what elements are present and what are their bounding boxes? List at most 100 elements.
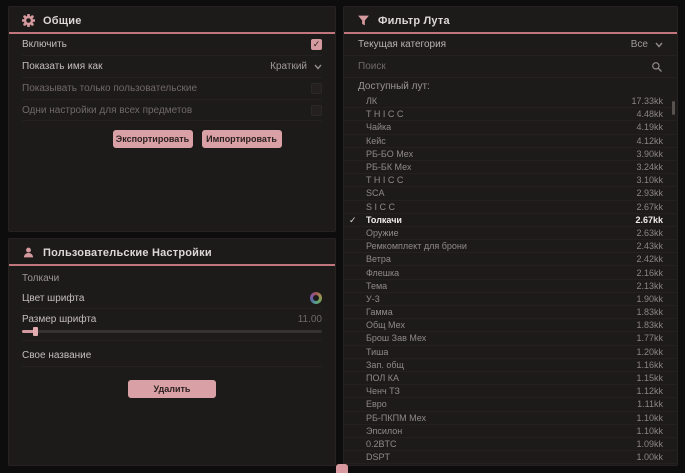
funnel-icon	[357, 14, 370, 27]
loot-row[interactable]: ✓ Ремкомплект для брони 2.43kk	[344, 240, 677, 253]
loot-row[interactable]: ✓ Тема 2.13kk	[344, 280, 677, 293]
loot-row[interactable]: ✓ ПОЛ КА 1.15kk	[344, 372, 677, 385]
loot-item-value: 2.93kk	[636, 188, 663, 198]
loot-row[interactable]: ✓ Ченч ТЗ 1.12kk	[344, 385, 677, 398]
loot-row[interactable]: ✓ T H I C C 4.48kk	[344, 108, 677, 121]
search-row[interactable]: Поиск	[344, 56, 677, 78]
general-panel-title: Общие	[43, 15, 82, 27]
resize-handle[interactable]	[336, 464, 348, 473]
loot-item-value: 1.00kk	[636, 452, 663, 462]
name-mode-dropdown[interactable]: Краткий	[270, 61, 322, 72]
loot-item-name: Общ Мех	[366, 320, 405, 330]
loot-row[interactable]: ✓ РБ-БК Мех 3.24kk	[344, 161, 677, 174]
slider-track[interactable]	[22, 330, 322, 333]
only-custom-checkbox[interactable]	[311, 83, 322, 94]
slider-handle[interactable]	[33, 327, 38, 336]
only-custom-row[interactable]: Показывать только пользовательские	[22, 78, 322, 100]
loot-item-name: Эпсилон	[366, 426, 402, 436]
loot-item-name: SCA	[366, 188, 385, 198]
font-size-slider[interactable]	[22, 326, 322, 341]
loot-row[interactable]: ✓ T H I C C 3.10kk	[344, 174, 677, 187]
loot-row[interactable]: ✓ Зап. общ 1.16kk	[344, 359, 677, 372]
filter-panel-header: Фильтр Лута	[344, 7, 677, 34]
loot-item-name: РБ-ПКПМ Мех	[366, 413, 426, 423]
search-placeholder: Поиск	[358, 61, 386, 72]
loot-item-value: 17.33kk	[631, 96, 663, 106]
selected-item-name: Толкачи	[22, 273, 59, 284]
loot-item-value: 1.16kk	[636, 360, 663, 370]
loot-item-value: 2.67kk	[636, 202, 663, 212]
loot-row[interactable]: ✓ S I C C 2.67kk	[344, 201, 677, 214]
font-color-row[interactable]: Цвет шрифта	[22, 288, 322, 309]
category-dropdown[interactable]: Все	[631, 39, 663, 50]
loot-item-name: Тиша	[366, 347, 388, 357]
loot-item-name: Гамма	[366, 307, 393, 317]
loot-item-value: 1.77kk	[636, 333, 663, 343]
custom-name-row[interactable]: Свое название	[22, 345, 322, 367]
name-mode-row[interactable]: Показать имя как Краткий	[22, 56, 322, 78]
loot-row[interactable]: ✓ Эпсилон 1.10kk	[344, 425, 677, 438]
only-custom-label: Показывать только пользовательские	[22, 83, 197, 94]
loot-item-value: 1.15kk	[636, 373, 663, 383]
color-picker-icon[interactable]	[310, 292, 322, 304]
loot-row[interactable]: ✓ DSPT 1.00kk	[344, 451, 677, 464]
loot-row[interactable]: ✓ Чайка 4.19kk	[344, 121, 677, 134]
loot-item-name: T H I C C	[366, 109, 403, 119]
loot-row[interactable]: ✓ Флешка 2.16kk	[344, 266, 677, 279]
loot-item-name: Ченч ТЗ	[366, 386, 400, 396]
loot-item-name: ЛК	[366, 96, 377, 106]
loot-row[interactable]: ✓ У-3 1.90kk	[344, 293, 677, 306]
loot-item-name: Тема	[366, 281, 387, 291]
available-loot-label: Доступный лут:	[358, 81, 430, 92]
loot-item-value: 1.11kk	[637, 399, 663, 409]
category-row[interactable]: Текущая категория Все	[344, 34, 677, 56]
loot-row[interactable]: ✓ Брош Зав Мех 1.77kk	[344, 332, 677, 345]
loot-item-name: Ремкомплект для брони	[366, 241, 467, 251]
same-for-all-label: Одни настройки для всех предметов	[22, 105, 192, 116]
loot-row[interactable]: ✓ РБ-БО Мех 3.90kk	[344, 148, 677, 161]
loot-row[interactable]: ✓ Общ Мех 1.83kk	[344, 319, 677, 332]
gear-icon	[22, 14, 35, 27]
loot-item-value: 1.83kk	[636, 307, 663, 317]
name-mode-value: Краткий	[270, 61, 307, 72]
loot-row[interactable]: ✓ SCA 2.93kk	[344, 187, 677, 200]
font-color-label: Цвет шрифта	[22, 293, 84, 304]
delete-button[interactable]: Удалить	[128, 380, 216, 398]
loot-row[interactable]: ✓ Оружие 2.63kk	[344, 227, 677, 240]
loot-row[interactable]: ✓ Ветра 2.42kk	[344, 253, 677, 266]
export-button[interactable]: Экспортировать	[113, 130, 193, 148]
loot-item-name: У-3	[366, 294, 380, 304]
scrollbar-thumb[interactable]	[672, 101, 675, 115]
custom-name-input[interactable]	[101, 349, 322, 363]
loot-item-name: РБ-БО Мех	[366, 149, 413, 159]
custom-panel-title: Пользовательские Настройки	[43, 247, 212, 259]
font-size-value: 11.00	[298, 314, 322, 325]
loot-row[interactable]: ✓ ЛК 17.33kk	[344, 95, 677, 108]
search-icon[interactable]	[651, 61, 663, 73]
custom-name-label: Свое название	[22, 350, 91, 361]
loot-row[interactable]: ✓ РБ-ПКПМ Мех 1.10kk	[344, 412, 677, 425]
loot-row[interactable]: ✓ Толкачи 2.67kk	[344, 214, 677, 227]
loot-row[interactable]: ✓ 0.2BTC 1.09kk	[344, 438, 677, 451]
same-for-all-row[interactable]: Одни настройки для всех предметов	[22, 100, 322, 121]
same-for-all-checkbox[interactable]	[311, 105, 322, 116]
loot-item-value: 4.19kk	[636, 122, 663, 132]
loot-item-name: S I C C	[366, 202, 395, 212]
loot-item-name: Чайка	[366, 122, 391, 132]
loot-item-value: 2.16kk	[636, 268, 663, 278]
loot-item-value: 1.12kk	[636, 386, 663, 396]
loot-row[interactable]: ✓ Тиша 1.20kk	[344, 346, 677, 359]
loot-row[interactable]: ✓ Гамма 1.83kk	[344, 306, 677, 319]
loot-list: ✓ ЛК 17.33kk ✓ T H I C C 4.48kk ✓ Чайка …	[344, 95, 677, 464]
loot-item-name: Кейс	[366, 136, 386, 146]
loot-row[interactable]: ✓ Кейс 4.12kk	[344, 135, 677, 148]
enable-label: Включить	[22, 39, 67, 50]
general-panel: Общие Включить ✓ Показать имя как Кратки…	[8, 6, 336, 232]
enable-row[interactable]: Включить ✓	[22, 34, 322, 56]
loot-item-value: 2.42kk	[636, 254, 663, 264]
loot-row[interactable]: ✓ Евро 1.11kk	[344, 398, 677, 411]
loot-item-value: 2.13kk	[636, 281, 663, 291]
enable-checkbox[interactable]: ✓	[311, 39, 322, 50]
import-button[interactable]: Импортировать	[202, 130, 282, 148]
chevron-down-icon	[655, 42, 663, 48]
